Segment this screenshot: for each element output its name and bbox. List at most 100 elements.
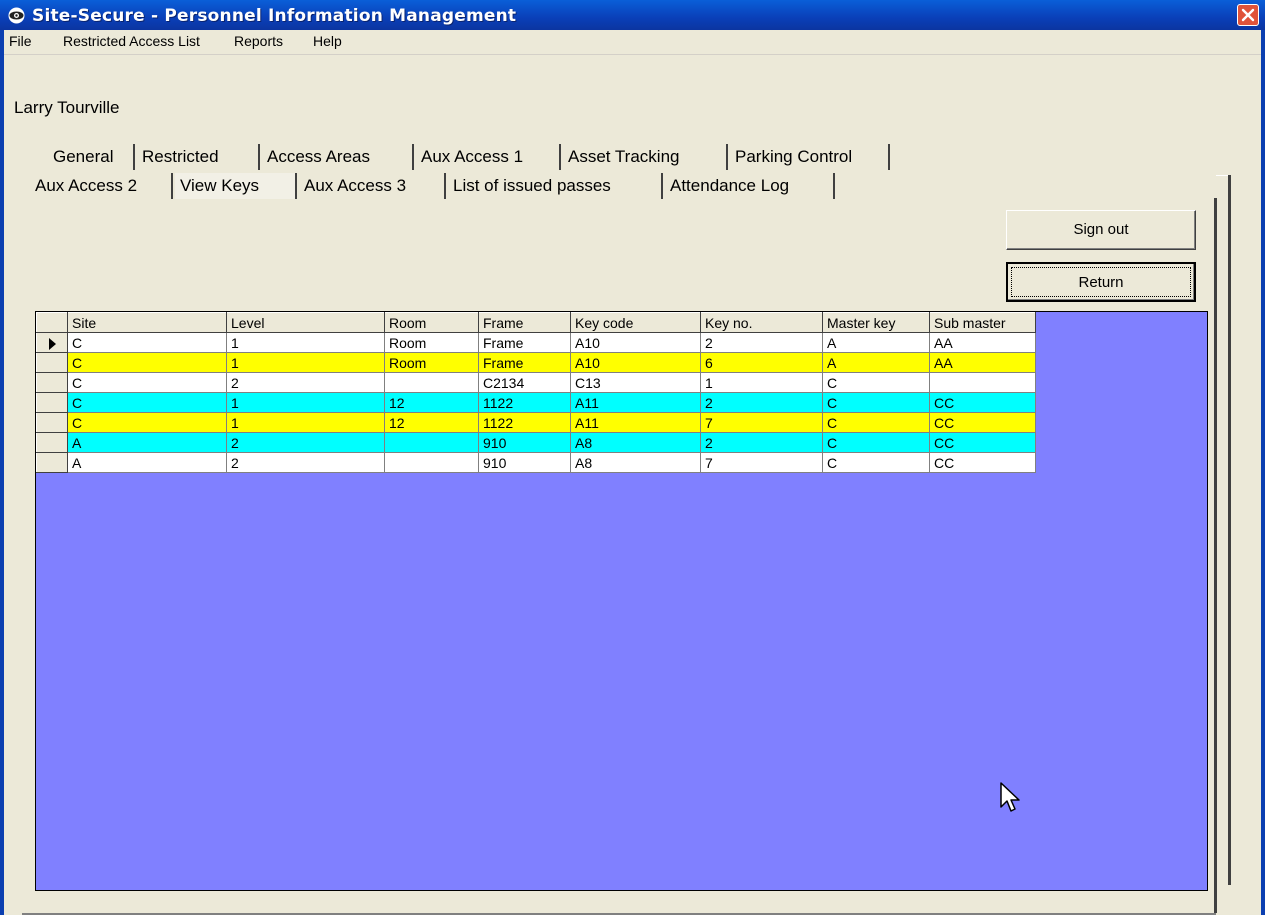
cell-room[interactable]: [384, 372, 479, 393]
row-selector[interactable]: [36, 432, 68, 453]
table-row[interactable]: A 2 910 A8 7 C CC: [36, 452, 1036, 473]
cell-room[interactable]: [384, 452, 479, 473]
cell-level[interactable]: 1: [226, 352, 385, 373]
cell-sub-master[interactable]: CC: [929, 432, 1036, 453]
cell-key-no[interactable]: 2: [700, 432, 823, 453]
cell-room[interactable]: Room: [384, 352, 479, 373]
cell-sub-master[interactable]: AA: [929, 352, 1036, 373]
cell-key-code[interactable]: A8: [570, 432, 701, 453]
cell-site[interactable]: C: [67, 412, 227, 433]
cell-frame[interactable]: 910: [478, 432, 571, 453]
tab-restricted[interactable]: Restricted: [137, 144, 260, 170]
cell-key-code[interactable]: C13: [570, 372, 701, 393]
column-header-key-code[interactable]: Key code: [570, 312, 701, 333]
tab-list-of-issued-passes[interactable]: List of issued passes: [448, 173, 663, 199]
cell-master-key[interactable]: C: [822, 372, 930, 393]
tab-asset-tracking[interactable]: Asset Tracking: [563, 144, 728, 170]
close-button[interactable]: [1237, 4, 1259, 26]
cell-level[interactable]: 2: [226, 372, 385, 393]
cell-frame[interactable]: 1122: [478, 412, 571, 433]
cell-level[interactable]: 1: [226, 412, 385, 433]
cell-site[interactable]: A: [67, 452, 227, 473]
cell-level[interactable]: 2: [226, 432, 385, 453]
row-selector[interactable]: [36, 412, 68, 433]
window-frame-right: [1261, 30, 1265, 915]
cell-sub-master[interactable]: CC: [929, 392, 1036, 413]
table-row[interactable]: C 1 Room Frame A10 2 A AA: [36, 332, 1036, 353]
cell-master-key[interactable]: C: [822, 452, 930, 473]
cell-room[interactable]: Room: [384, 332, 479, 353]
cell-room[interactable]: 12: [384, 412, 479, 433]
keys-table: Site Level Room Frame Key code Key no. M…: [36, 312, 1036, 473]
return-button[interactable]: Return: [1006, 262, 1196, 302]
cell-key-code[interactable]: A11: [570, 392, 701, 413]
row-selector[interactable]: [36, 372, 68, 393]
cell-key-code[interactable]: A10: [570, 332, 701, 353]
keys-grid[interactable]: Site Level Room Frame Key code Key no. M…: [35, 311, 1208, 891]
column-header-level[interactable]: Level: [226, 312, 385, 333]
column-header-room[interactable]: Room: [384, 312, 479, 333]
table-row[interactable]: C 1 Room Frame A10 6 A AA: [36, 352, 1036, 373]
cell-master-key[interactable]: C: [822, 412, 930, 433]
cell-site[interactable]: A: [67, 432, 227, 453]
tab-aux-access-3[interactable]: Aux Access 3: [299, 173, 446, 199]
table-row[interactable]: C 2 C2134 C13 1 C: [36, 372, 1036, 393]
cell-key-no[interactable]: 6: [700, 352, 823, 373]
menu-restricted-access-list[interactable]: Restricted Access List: [60, 33, 203, 49]
cell-master-key[interactable]: A: [822, 352, 930, 373]
tab-general[interactable]: General: [48, 144, 135, 170]
cell-sub-master[interactable]: [929, 372, 1036, 393]
cell-key-no[interactable]: 2: [700, 332, 823, 353]
row-selector[interactable]: [36, 452, 68, 473]
cell-site[interactable]: C: [67, 332, 227, 353]
cell-frame[interactable]: Frame: [478, 332, 571, 353]
row-selector[interactable]: [36, 352, 68, 373]
table-row[interactable]: C 1 12 1122 A11 2 C CC: [36, 392, 1036, 413]
cell-key-no[interactable]: 7: [700, 452, 823, 473]
menu-help[interactable]: Help: [310, 33, 345, 49]
cell-frame[interactable]: Frame: [478, 352, 571, 373]
title-bar[interactable]: Site-Secure - Personnel Information Mana…: [0, 0, 1265, 30]
cell-key-code[interactable]: A11: [570, 412, 701, 433]
cell-sub-master[interactable]: AA: [929, 332, 1036, 353]
column-header-site[interactable]: Site: [67, 312, 227, 333]
cell-room[interactable]: 12: [384, 392, 479, 413]
cell-site[interactable]: C: [67, 392, 227, 413]
table-row[interactable]: C 1 12 1122 A11 7 C CC: [36, 412, 1036, 433]
table-row[interactable]: A 2 910 A8 2 C CC: [36, 432, 1036, 453]
row-selector[interactable]: [36, 392, 68, 413]
cell-sub-master[interactable]: CC: [929, 452, 1036, 473]
cell-master-key[interactable]: C: [822, 392, 930, 413]
tab-access-areas[interactable]: Access Areas: [262, 144, 414, 170]
cell-room[interactable]: [384, 432, 479, 453]
menu-file[interactable]: File: [6, 33, 35, 49]
column-header-frame[interactable]: Frame: [478, 312, 571, 333]
column-header-sub-master[interactable]: Sub master: [929, 312, 1036, 333]
menu-reports[interactable]: Reports: [231, 33, 286, 49]
cell-level[interactable]: 2: [226, 452, 385, 473]
row-selector[interactable]: [36, 332, 68, 353]
cell-key-code[interactable]: A10: [570, 352, 701, 373]
cell-sub-master[interactable]: CC: [929, 412, 1036, 433]
cell-site[interactable]: C: [67, 352, 227, 373]
tab-view-keys[interactable]: View Keys: [175, 173, 297, 199]
cell-key-no[interactable]: 7: [700, 412, 823, 433]
cell-frame[interactable]: 1122: [478, 392, 571, 413]
cell-level[interactable]: 1: [226, 332, 385, 353]
cell-frame[interactable]: C2134: [478, 372, 571, 393]
column-header-key-no[interactable]: Key no.: [700, 312, 823, 333]
cell-frame[interactable]: 910: [478, 452, 571, 473]
cell-master-key[interactable]: A: [822, 332, 930, 353]
cell-site[interactable]: C: [67, 372, 227, 393]
cell-key-code[interactable]: A8: [570, 452, 701, 473]
cell-master-key[interactable]: C: [822, 432, 930, 453]
column-header-master-key[interactable]: Master key: [822, 312, 930, 333]
cell-key-no[interactable]: 2: [700, 392, 823, 413]
cell-level[interactable]: 1: [226, 392, 385, 413]
tab-aux-access-2[interactable]: Aux Access 2: [30, 173, 173, 199]
sign-out-button[interactable]: Sign out: [1006, 210, 1196, 250]
tab-aux-access-1[interactable]: Aux Access 1: [416, 144, 561, 170]
tab-attendance-log[interactable]: Attendance Log: [665, 173, 835, 199]
cell-key-no[interactable]: 1: [700, 372, 823, 393]
tab-parking-control[interactable]: Parking Control: [730, 144, 890, 170]
